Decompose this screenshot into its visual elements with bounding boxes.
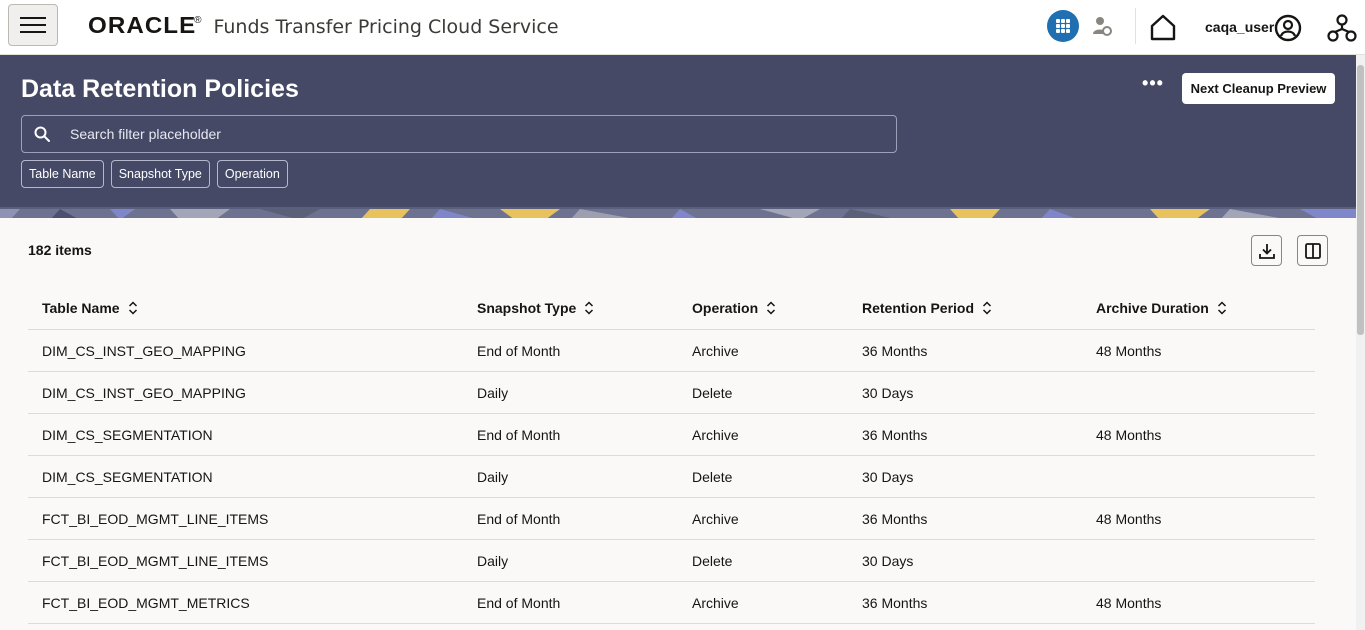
sort-icon [767, 300, 776, 315]
scrollbar-thumb[interactable] [1357, 65, 1364, 335]
cell-archive-duration: 48 Months [1096, 511, 1162, 527]
hamburger-icon-line [20, 24, 46, 26]
cell-snapshot-type: End of Month [477, 343, 561, 359]
oracle-logo: ORACLE [88, 12, 197, 38]
cell-snapshot-type: End of Month [477, 511, 561, 527]
cell-operation: Archive [692, 595, 739, 611]
cell-retention-period: 36 Months [862, 427, 928, 443]
column-header-label: Archive Duration [1096, 299, 1209, 316]
cell-table-name: FCT_BI_EOD_MGMT_LINE_ITEMS [42, 511, 269, 527]
column-header-retention-period[interactable]: Retention Period [862, 285, 992, 330]
column-header-snapshot-type[interactable]: Snapshot Type [477, 285, 594, 330]
grid-icon[interactable] [1047, 10, 1079, 42]
filter-chip-operation[interactable]: Operation [216, 160, 288, 188]
cell-retention-period: 30 Days [862, 385, 914, 401]
cell-table-name: DIM_CS_SEGMENTATION [42, 427, 213, 443]
oracle-logo-mark: ® [194, 15, 202, 26]
download-button[interactable] [1251, 235, 1282, 266]
retention-policies-table: Table Name Snapshot Type Operation Reten… [28, 285, 1315, 624]
cell-retention-period: 36 Months [862, 511, 928, 527]
sort-icon [128, 300, 137, 315]
download-icon [1258, 243, 1275, 259]
table-row[interactable]: FCT_BI_EOD_MGMT_METRICS End of Month Arc… [28, 582, 1315, 624]
items-count: 182 items [28, 242, 92, 258]
decorative-banner [0, 207, 1356, 218]
search-filter[interactable] [21, 115, 897, 153]
page-scrollbar[interactable] [1356, 55, 1365, 630]
home-icon[interactable] [1148, 12, 1178, 42]
filter-chips: Table Name Snapshot Type Operation [21, 160, 288, 188]
cell-snapshot-type: Daily [477, 469, 509, 485]
top-bar: ORACLE ® Funds Transfer Pricing Cloud Se… [0, 0, 1365, 55]
user-avatar-icon[interactable] [1274, 14, 1302, 42]
page-header: Data Retention Policies ••• Next Cleanup… [0, 55, 1356, 207]
brand: ORACLE ® Funds Transfer Pricing Cloud Se… [88, 12, 559, 39]
username[interactable]: caqa_user [1205, 19, 1274, 35]
column-header-table-name[interactable]: Table Name [42, 285, 138, 330]
table-header: Table Name Snapshot Type Operation Reten… [28, 285, 1315, 330]
cell-snapshot-type: Daily [477, 385, 509, 401]
column-header-label: Snapshot Type [477, 299, 577, 316]
hamburger-icon-line [20, 31, 46, 33]
table-row[interactable]: DIM_CS_INST_GEO_MAPPING End of Month Arc… [28, 330, 1315, 372]
toolbar-divider [1135, 8, 1136, 44]
column-header-archive-duration[interactable]: Archive Duration [1096, 285, 1227, 330]
table-row[interactable]: FCT_BI_EOD_MGMT_LINE_ITEMS End of Month … [28, 498, 1315, 540]
cell-operation: Archive [692, 343, 739, 359]
table-row[interactable]: DIM_CS_INST_GEO_MAPPING Daily Delete 30 … [28, 372, 1315, 414]
column-header-label: Operation [692, 299, 759, 316]
more-icon[interactable]: ••• [1140, 74, 1166, 97]
cell-snapshot-type: End of Month [477, 595, 561, 611]
column-header-label: Table Name [42, 299, 120, 316]
cell-operation: Delete [692, 553, 733, 569]
cell-retention-period: 36 Months [862, 595, 928, 611]
column-header-label: Retention Period [862, 299, 975, 316]
cell-snapshot-type: Daily [477, 553, 509, 569]
column-header-operation[interactable]: Operation [692, 285, 776, 330]
org-chart-icon[interactable] [1327, 13, 1357, 43]
cell-retention-period: 36 Months [862, 343, 928, 359]
app-title: Funds Transfer Pricing Cloud Service [213, 16, 559, 38]
cell-snapshot-type: End of Month [477, 427, 561, 443]
table-row[interactable]: DIM_CS_SEGMENTATION End of Month Archive… [28, 414, 1315, 456]
cell-table-name: FCT_BI_EOD_MGMT_LINE_ITEMS [42, 553, 269, 569]
cell-operation: Delete [692, 469, 733, 485]
cell-table-name: FCT_BI_EOD_MGMT_METRICS [42, 595, 250, 611]
cell-operation: Delete [692, 385, 733, 401]
hamburger-icon [20, 17, 46, 19]
filter-chip-snapshot-type[interactable]: Snapshot Type [110, 160, 210, 188]
person-settings-icon[interactable] [1091, 15, 1113, 37]
columns-button[interactable] [1297, 235, 1328, 266]
cell-archive-duration: 48 Months [1096, 343, 1162, 359]
sort-icon [982, 300, 992, 315]
sort-icon [1217, 300, 1226, 315]
cell-table-name: DIM_CS_INST_GEO_MAPPING [42, 385, 246, 401]
cell-operation: Archive [692, 427, 739, 443]
sort-icon [585, 300, 594, 315]
cell-archive-duration: 48 Months [1096, 595, 1162, 611]
table-row[interactable]: FCT_BI_EOD_MGMT_LINE_ITEMS Daily Delete … [28, 540, 1315, 582]
content-area: 182 items Table Name Snapshot Type Opera… [0, 218, 1356, 630]
columns-icon [1304, 242, 1321, 259]
next-cleanup-preview-button[interactable]: Next Cleanup Preview [1182, 73, 1335, 104]
hamburger-menu-button[interactable] [8, 4, 58, 46]
cell-table-name: DIM_CS_INST_GEO_MAPPING [42, 343, 246, 359]
search-input[interactable] [70, 122, 870, 146]
page-title: Data Retention Policies [21, 75, 299, 103]
search-icon [34, 126, 50, 142]
cell-retention-period: 30 Days [862, 469, 914, 485]
cell-archive-duration: 48 Months [1096, 427, 1162, 443]
cell-operation: Archive [692, 511, 739, 527]
cell-retention-period: 30 Days [862, 553, 914, 569]
filter-chip-table-name[interactable]: Table Name [21, 160, 104, 188]
cell-table-name: DIM_CS_SEGMENTATION [42, 469, 213, 485]
table-row[interactable]: DIM_CS_SEGMENTATION Daily Delete 30 Days [28, 456, 1315, 498]
